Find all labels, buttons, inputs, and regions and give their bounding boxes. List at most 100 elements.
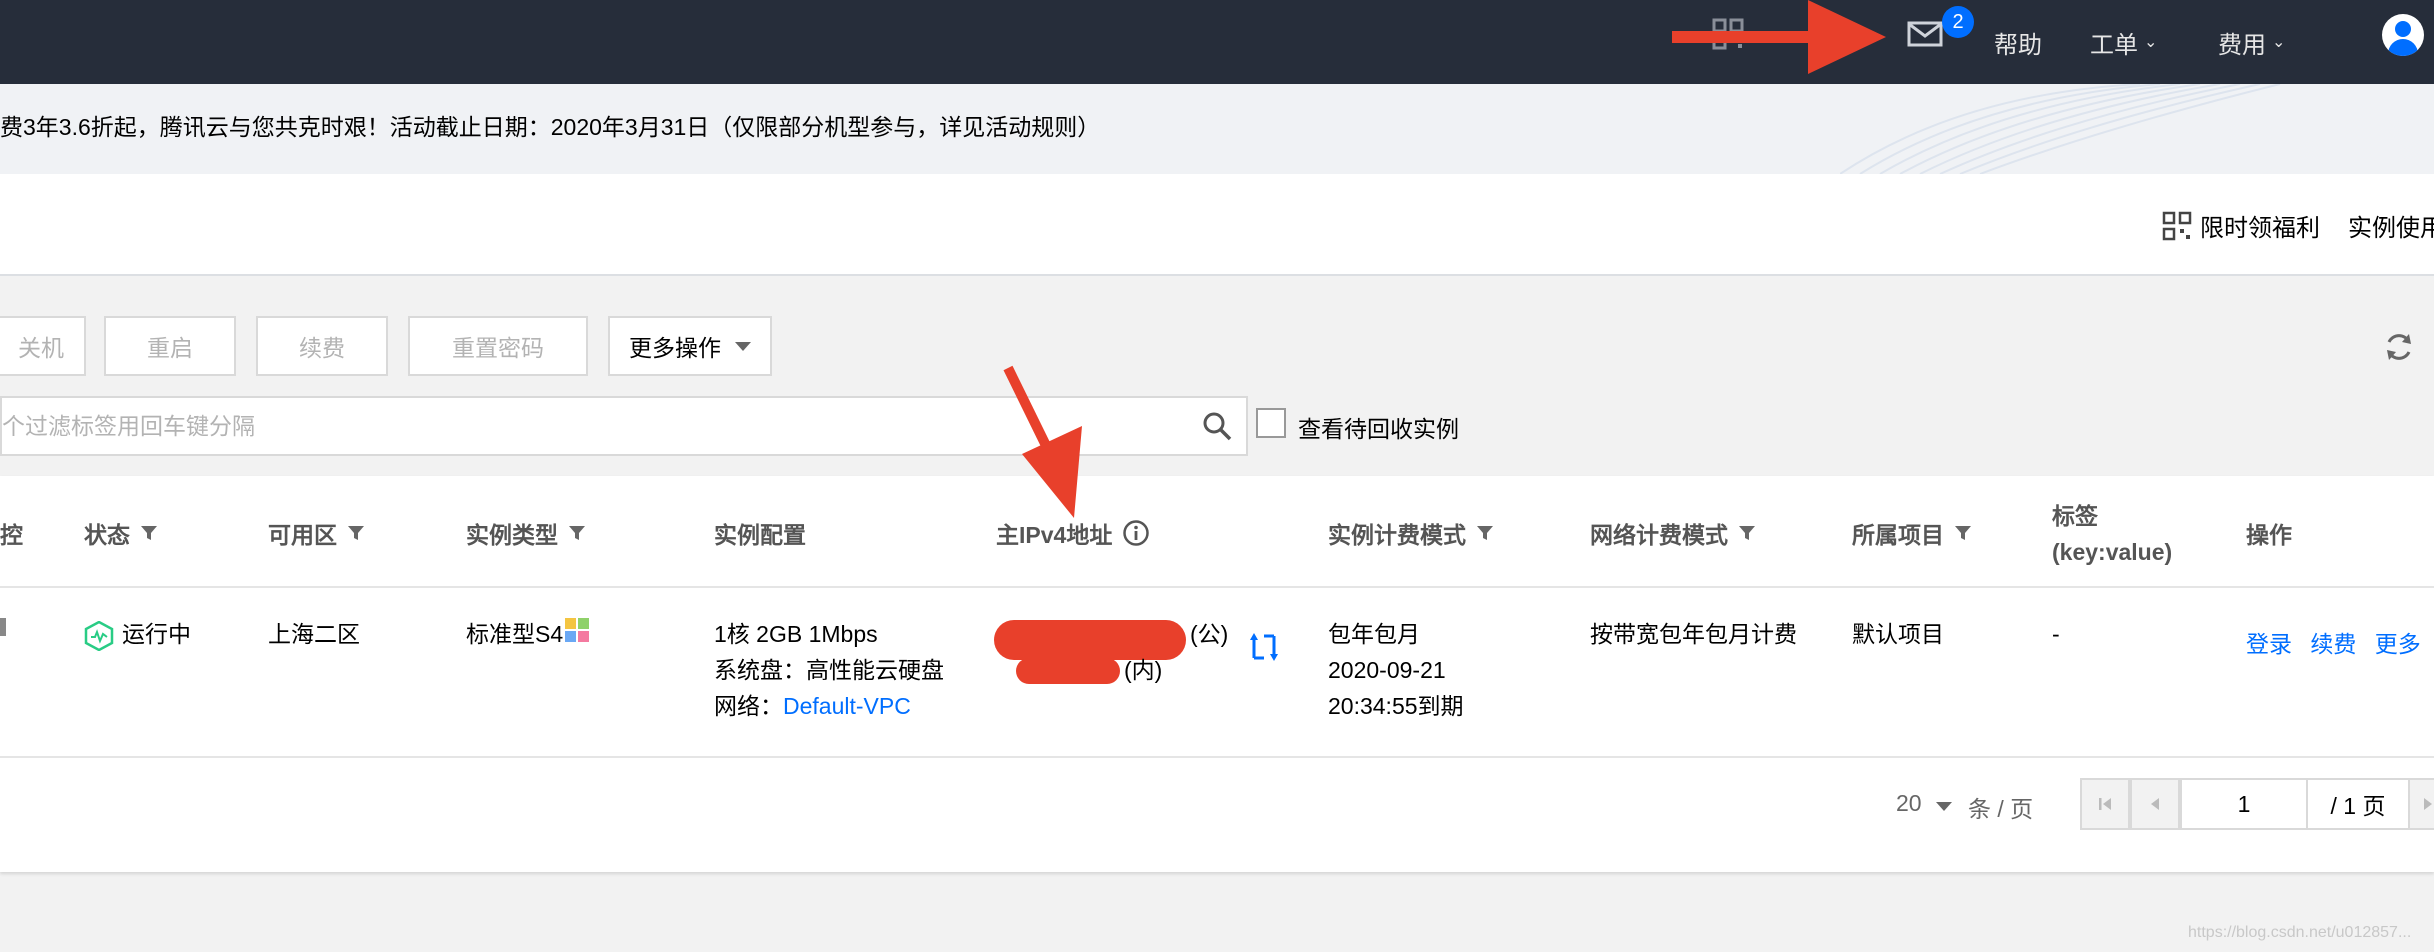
first-page-icon xyxy=(2099,798,2111,810)
column-tag-label: 标签 xyxy=(2052,503,2098,529)
filter-icon[interactable] xyxy=(347,524,365,542)
cell-tag: - xyxy=(2052,621,2060,647)
column-actions-label: 操作 xyxy=(2246,522,2292,548)
avatar-head xyxy=(2395,21,2411,37)
filter-icon[interactable] xyxy=(140,524,158,542)
help-label: 帮助 xyxy=(1994,31,2042,59)
usage-link[interactable]: 实例使用 xyxy=(2348,208,2434,243)
renew-link[interactable]: 续费 xyxy=(2310,631,2356,657)
avatar-body xyxy=(2388,39,2418,56)
column-billing-label: 实例计费模式 xyxy=(1328,522,1466,548)
cell-project: 默认项目 xyxy=(1852,621,1944,647)
renew-button[interactable]: 续费 xyxy=(256,316,388,376)
new-badge-icon xyxy=(565,618,590,642)
column-zone-label: 可用区 xyxy=(268,522,337,548)
annotation-arrow-right xyxy=(1672,0,1886,74)
column-config: 实例配置 xyxy=(714,516,806,550)
benefit-label: 限时领福利 xyxy=(2200,215,2320,242)
instance-type-text: 标准型S4 xyxy=(466,621,564,647)
more-actions-dropdown[interactable]: 更多操作 xyxy=(608,316,772,376)
filter-icon[interactable] xyxy=(1738,524,1756,542)
column-status[interactable]: 状态 xyxy=(84,516,158,550)
column-instance-type-label: 实例类型 xyxy=(466,522,558,548)
recycle-checkbox[interactable] xyxy=(1256,408,1286,438)
promo-banner: 费3年3.6折起，腾讯云与您共克时艰！活动截止日期：2020年3月31日（仅限部… xyxy=(0,84,2434,174)
shutdown-label: 关机 xyxy=(18,335,64,361)
watermark: https://blog.csdn.net/u012857... xyxy=(2188,924,2412,941)
search-input[interactable] xyxy=(2,398,1152,454)
column-status-label: 状态 xyxy=(84,522,130,548)
caret-down-icon xyxy=(1935,802,1952,811)
column-billing[interactable]: 实例计费模式 xyxy=(1328,516,1494,550)
benefit-link[interactable]: 限时领福利 xyxy=(2162,208,2320,243)
cell-config: 1核 2GB 1Mbps 系统盘：高性能云硬盘 网络：Default-VPC xyxy=(714,616,944,724)
network-label: 网络： xyxy=(714,693,783,719)
usage-label: 实例使用 xyxy=(2348,215,2434,242)
table-row: 运行中 上海二区 标准型S4 1核 2GB 1Mbps 系统盘：高性能云硬盘 网… xyxy=(0,588,2434,758)
column-project[interactable]: 所属项目 xyxy=(1852,516,1972,550)
row-checkbox-edge[interactable] xyxy=(0,618,6,636)
banner-text[interactable]: 费3年3.6折起，腾讯云与您共克时艰！活动截止日期：2020年3月31日（仅限部… xyxy=(0,108,1100,142)
recycle-checkbox-label[interactable]: 查看待回收实例 xyxy=(1298,410,1459,444)
filter-icon[interactable] xyxy=(1954,524,1972,542)
status-text: 运行中 xyxy=(122,621,191,647)
refresh-icon[interactable] xyxy=(2382,330,2416,364)
config-disk: 系统盘：高性能云硬盘 xyxy=(714,657,944,683)
next-page-icon xyxy=(2424,798,2432,810)
annotation-arrow-down xyxy=(1003,365,1082,518)
column-instance-type[interactable]: 实例类型 xyxy=(466,516,586,550)
cell-zone: 上海二区 xyxy=(268,621,360,647)
reset-password-label: 重置密码 xyxy=(452,335,544,361)
page-size-value: 20 xyxy=(1896,790,1922,816)
config-spec: 1核 2GB 1Mbps xyxy=(714,621,878,647)
restart-button[interactable]: 重启 xyxy=(104,316,236,376)
mail-icon xyxy=(1907,21,1943,47)
more-actions-label: 更多操作 xyxy=(629,335,721,361)
caret-down-icon xyxy=(735,341,751,351)
switch-ip-icon[interactable] xyxy=(1250,632,1278,662)
filter-icon[interactable] xyxy=(568,524,586,542)
public-ip-suffix: (公) xyxy=(1190,621,1229,647)
chevron-down-icon: ⌄ xyxy=(2144,34,2158,51)
first-page-button[interactable] xyxy=(2080,778,2130,830)
cell-net-billing: 按带宽包年包月计费 xyxy=(1590,621,1797,647)
column-config-label: 实例配置 xyxy=(714,522,806,548)
billing-date: 2020-09-21 xyxy=(1328,657,1446,683)
search-icon[interactable] xyxy=(1202,411,1232,441)
reset-password-button[interactable]: 重置密码 xyxy=(408,316,588,376)
mail-button[interactable] xyxy=(1906,18,1946,50)
running-status-icon xyxy=(84,620,114,651)
per-page-label: 条 / 页 xyxy=(1968,796,2034,822)
next-page-button[interactable] xyxy=(2408,778,2434,830)
cell-billing: 包年包月 2020-09-21 20:34:55到期 xyxy=(1328,616,1464,724)
prev-page-button[interactable] xyxy=(2130,778,2180,830)
column-zone[interactable]: 可用区 xyxy=(268,516,365,550)
help-menu[interactable]: 帮助 xyxy=(1994,0,2042,84)
banner-decoration xyxy=(1840,84,2281,174)
top-nav-bar: 2 帮助 工单 ⌄ 费用 ⌄ xyxy=(0,0,2434,84)
fee-menu[interactable]: 费用 ⌄ xyxy=(2218,0,2285,84)
network-link[interactable]: Default-VPC xyxy=(783,693,911,719)
qr-code-icon xyxy=(2162,211,2192,240)
fee-label: 费用 xyxy=(2218,31,2266,59)
column-net-billing-label: 网络计费模式 xyxy=(1590,522,1728,548)
mail-count-badge: 2 xyxy=(1942,6,1974,38)
instance-table: 控 状态 可用区 实例类型 实例配置 主IPv4地址 实例计费模式 网络计费模式… xyxy=(0,476,2434,872)
column-net-billing[interactable]: 网络计费模式 xyxy=(1590,516,1756,550)
shutdown-button[interactable]: 关机 xyxy=(0,316,86,376)
total-pages-label: / 1 页 xyxy=(2306,778,2410,830)
page-number-input[interactable] xyxy=(2180,778,2308,830)
column-tag: 标签 (key:value) xyxy=(2052,498,2172,570)
info-icon[interactable] xyxy=(1122,519,1150,547)
toolbar: 关机 重启 续费 重置密码 更多操作 查看待回收实例 xyxy=(0,280,2434,476)
filter-icon[interactable] xyxy=(1476,524,1494,542)
redacted-private-ip xyxy=(1016,658,1120,684)
page-size-select[interactable]: 20 xyxy=(1896,790,1952,817)
ticket-menu[interactable]: 工单 ⌄ xyxy=(2090,0,2157,84)
more-link[interactable]: 更多 xyxy=(2375,631,2421,657)
page-header: 限时领福利 实例使用 xyxy=(0,174,2434,276)
billing-expire: 20:34:55到期 xyxy=(1328,693,1464,719)
user-avatar[interactable] xyxy=(2382,14,2424,56)
login-link[interactable]: 登录 xyxy=(2246,631,2292,657)
chevron-down-icon: ⌄ xyxy=(2272,34,2286,51)
